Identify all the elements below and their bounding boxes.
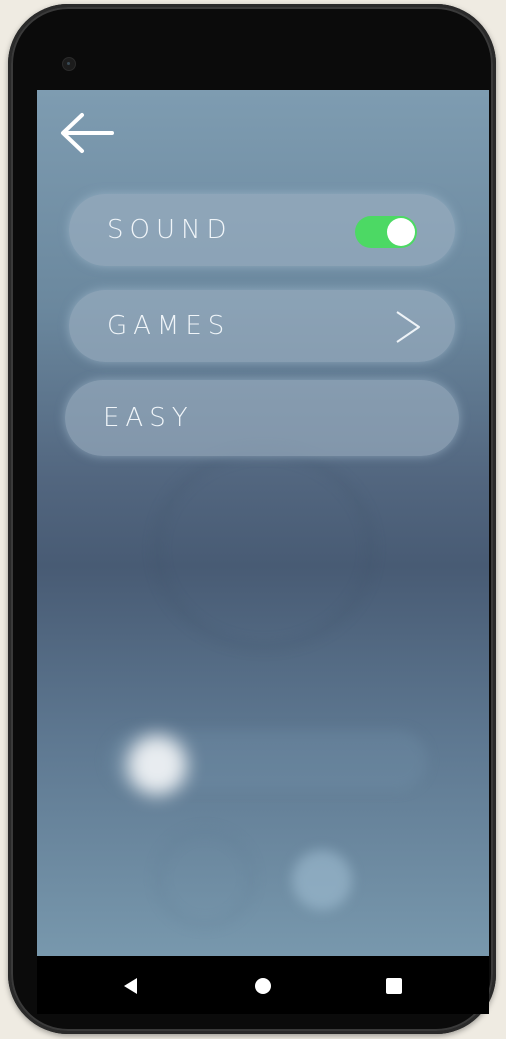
- square-recents-icon: [386, 978, 402, 994]
- background-blurred-button: [157, 830, 253, 926]
- back-button[interactable]: [55, 108, 119, 158]
- sound-toggle[interactable]: [355, 216, 417, 248]
- chevron-right-icon: [396, 311, 420, 343]
- background-blurred-circle: [155, 450, 373, 648]
- system-nav-bar: [37, 956, 489, 1014]
- arrow-left-icon: [61, 113, 114, 153]
- front-camera: [62, 57, 76, 71]
- menu-item-sound[interactable]: SOUND: [69, 194, 455, 266]
- menu-item-label: SOUND: [107, 215, 233, 245]
- circle-home-icon: [255, 978, 271, 994]
- nav-back-button[interactable]: [114, 970, 146, 1002]
- app-screen: SOUND GAMES EASY: [37, 90, 489, 956]
- background-blurred-dot: [127, 735, 187, 795]
- menu-item-label: GAMES: [107, 311, 231, 341]
- nav-recents-button[interactable]: [378, 970, 410, 1002]
- menu-item-games[interactable]: GAMES: [69, 290, 455, 362]
- triangle-back-icon: [124, 978, 137, 994]
- toggle-knob: [387, 218, 415, 246]
- menu-item-label: EASY: [103, 403, 194, 433]
- menu-item-easy[interactable]: EASY: [65, 380, 459, 456]
- background-blurred-button: [292, 850, 352, 910]
- nav-home-button[interactable]: [247, 970, 279, 1002]
